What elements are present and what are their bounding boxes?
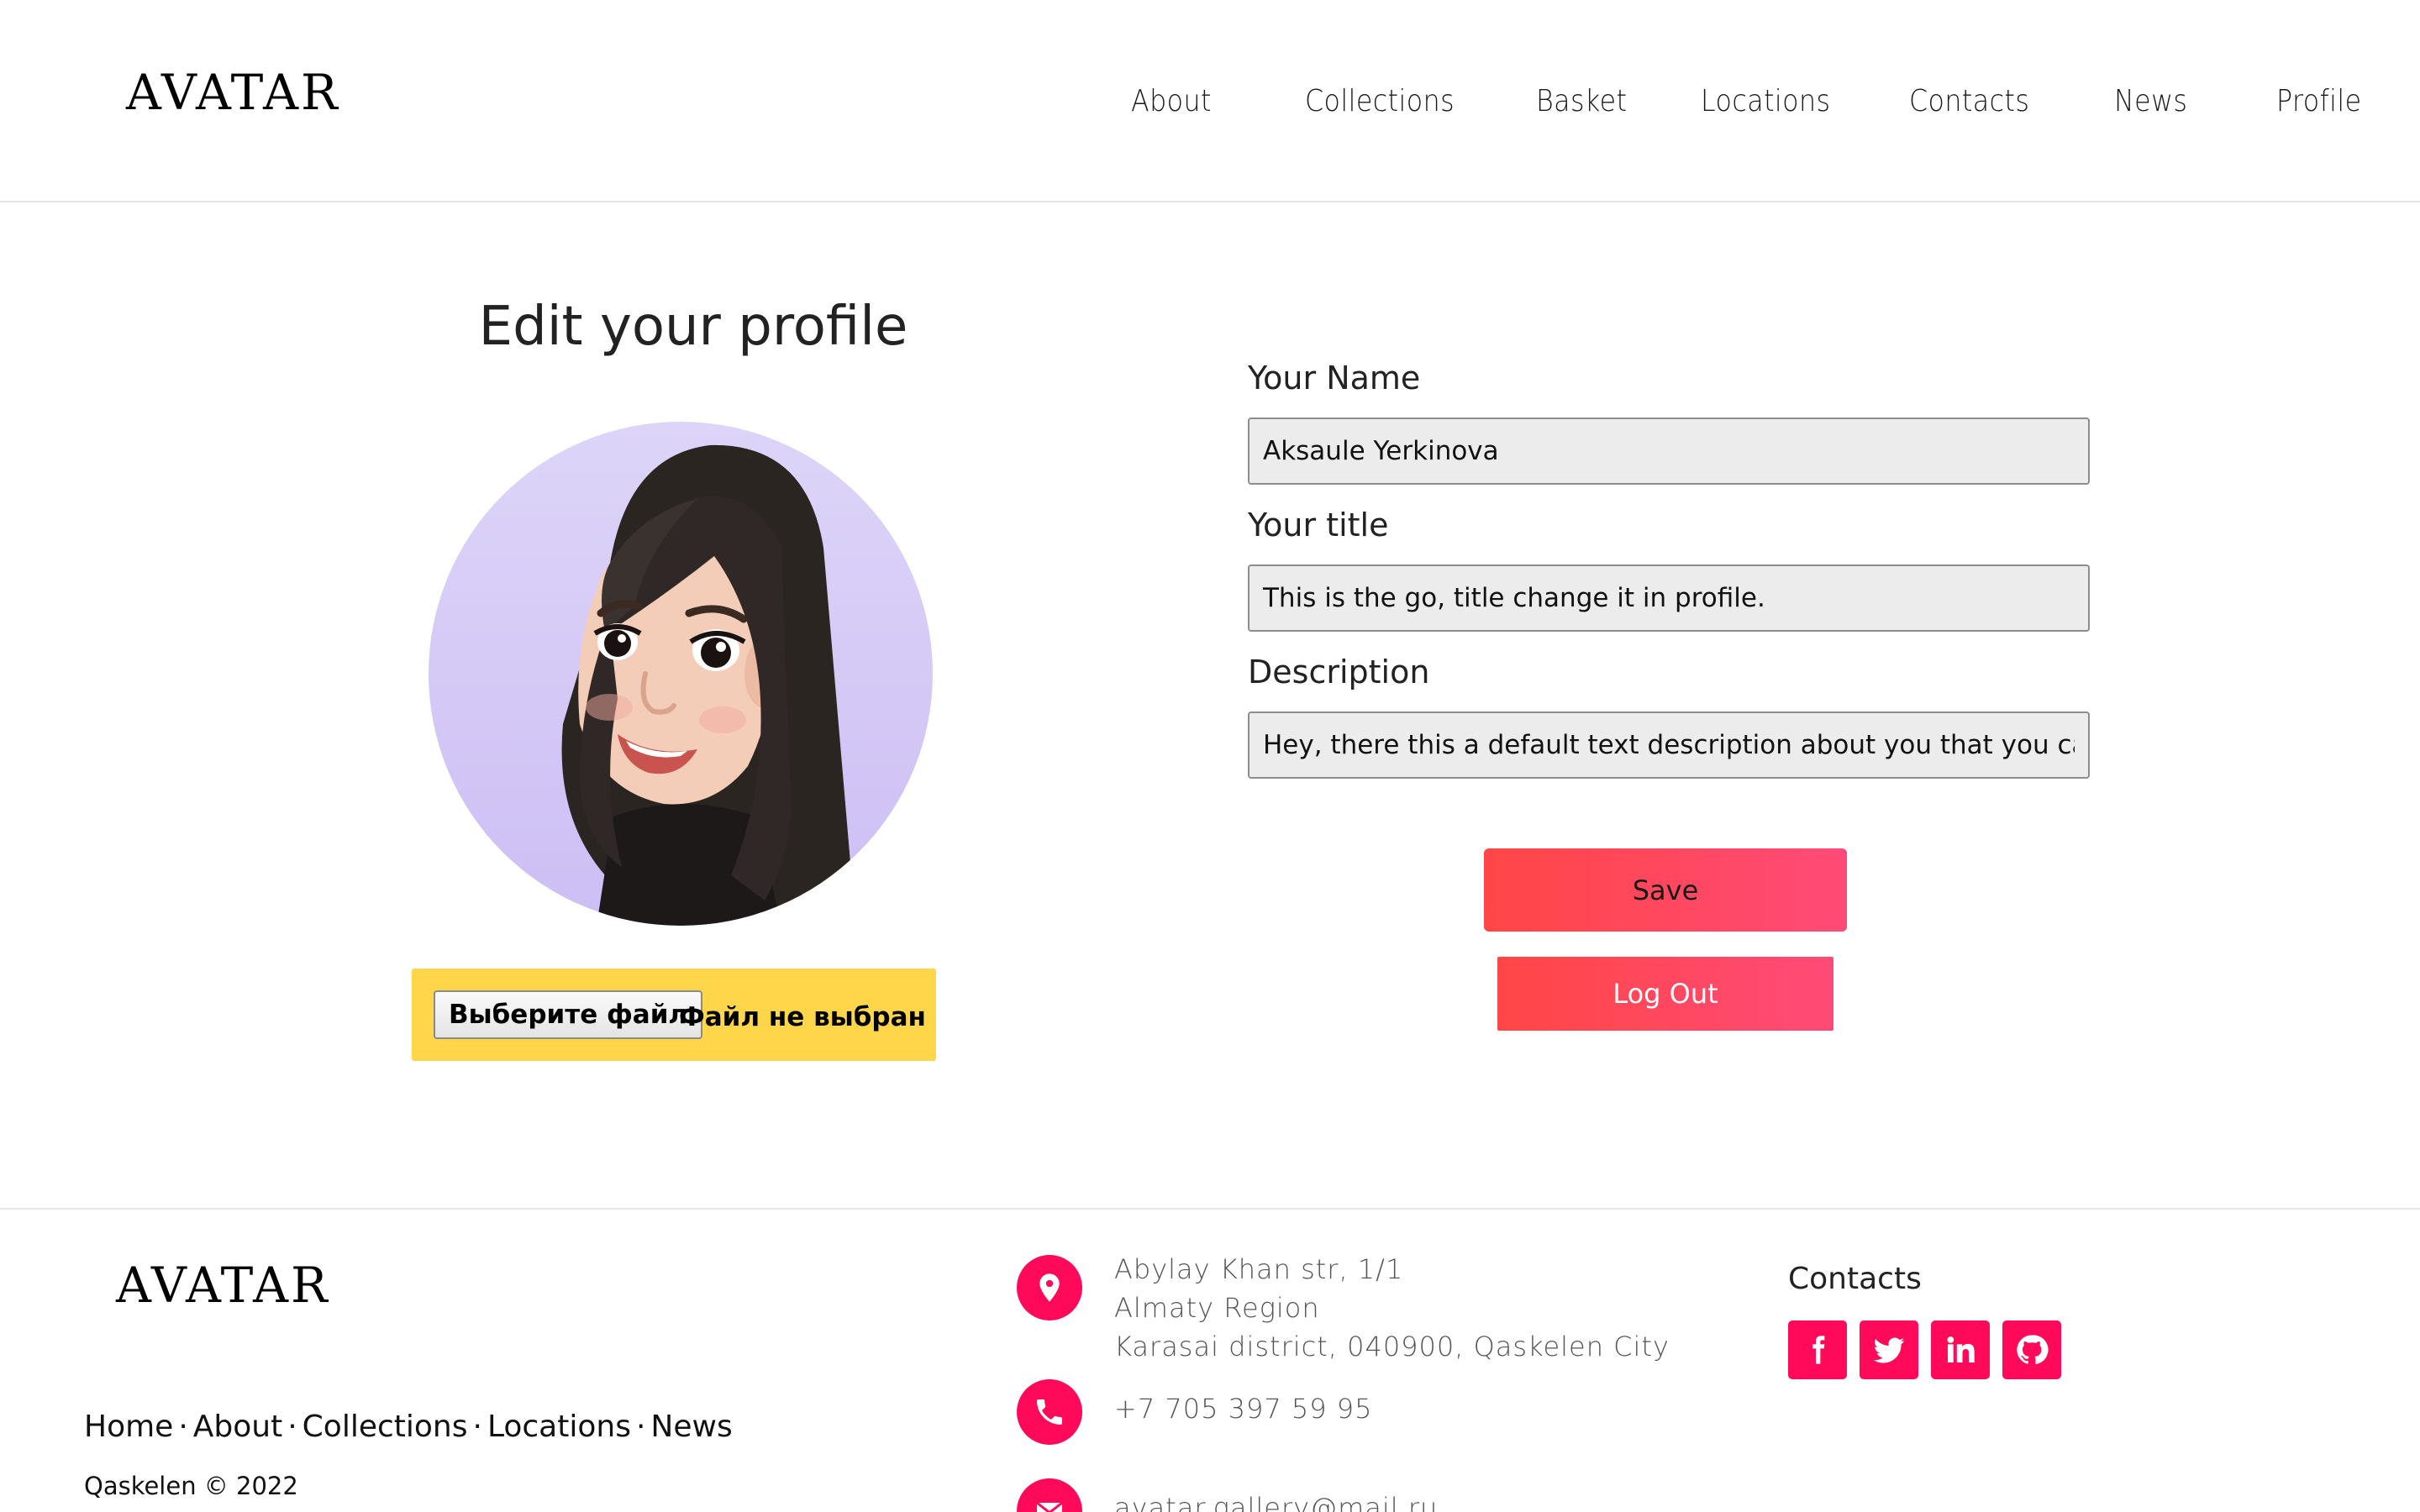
description-label: Description: [1248, 654, 1430, 690]
footer-logo[interactable]: AVATAR: [116, 1257, 330, 1314]
phone-number[interactable]: +7 705 397 59 95: [1114, 1393, 1372, 1425]
address-line-1: Abylay Khan str, 1/1: [1114, 1253, 1404, 1285]
email-address[interactable]: avatar.gallery@mail.ru: [1114, 1492, 1438, 1512]
file-status-text: Файл не выбран: [679, 1002, 926, 1032]
site-header: AVATAR About Collections Basket Location…: [0, 0, 2420, 202]
footer-link-collections[interactable]: Collections: [302, 1410, 468, 1444]
footer-nav-separator: ·: [635, 1410, 646, 1444]
nav-basket[interactable]: Basket: [1536, 84, 1627, 118]
location-pin-icon: [1017, 1255, 1082, 1320]
logout-button[interactable]: Log Out: [1497, 957, 1833, 1031]
file-upload-box: Выберите файл Файл не выбран: [412, 969, 936, 1061]
footer-nav-separator: ·: [472, 1410, 482, 1444]
address-line-2: Almaty Region: [1114, 1292, 1320, 1324]
footer-nav: Home · About · Collections · Locations · News: [84, 1410, 733, 1444]
page-title: Edit your profile: [478, 296, 908, 358]
nav-profile[interactable]: Profile: [2276, 84, 2362, 118]
github-icon[interactable]: [2002, 1320, 2061, 1379]
linkedin-icon[interactable]: [1931, 1320, 1990, 1379]
avatar-illustration: [561, 444, 853, 926]
facebook-icon[interactable]: [1788, 1320, 1847, 1379]
footer-nav-separator: ·: [178, 1410, 188, 1444]
save-button[interactable]: Save: [1484, 848, 1847, 932]
footer-link-home[interactable]: Home: [84, 1410, 173, 1444]
phone-icon: [1017, 1379, 1082, 1445]
site-footer: AVATAR Home · About · Collections · Locations ·…: [0, 1208, 2420, 1512]
main-nav: About Collections Basket Locations Conta…: [0, 84, 2420, 126]
name-input[interactable]: [1248, 417, 2090, 485]
name-label: Your Name: [1248, 360, 1421, 396]
copyright: Qaskelen © 2022: [84, 1472, 298, 1500]
title-input[interactable]: [1248, 564, 2090, 632]
nav-collections[interactable]: Collections: [1305, 84, 1455, 118]
nav-about[interactable]: About: [1131, 84, 1212, 118]
nav-news[interactable]: News: [2114, 84, 2187, 118]
footer-contacts-title: Contacts: [1788, 1262, 1922, 1296]
twitter-icon[interactable]: [1860, 1320, 1918, 1379]
footer-nav-separator: ·: [287, 1410, 297, 1444]
nav-contacts[interactable]: Contacts: [1909, 84, 2029, 118]
title-label: Your title: [1248, 507, 1389, 543]
profile-avatar: [429, 422, 933, 926]
description-input[interactable]: [1248, 711, 2090, 779]
address-line-3: Karasai district, 040900, Qaskelen City: [1114, 1331, 1670, 1362]
footer-link-about[interactable]: About: [193, 1410, 282, 1444]
footer-link-news[interactable]: News: [650, 1410, 732, 1444]
choose-file-button[interactable]: Выберите файл: [434, 990, 703, 1039]
footer-link-locations[interactable]: Locations: [487, 1410, 631, 1444]
nav-locations[interactable]: Locations: [1701, 84, 1830, 118]
email-icon: [1017, 1478, 1082, 1512]
